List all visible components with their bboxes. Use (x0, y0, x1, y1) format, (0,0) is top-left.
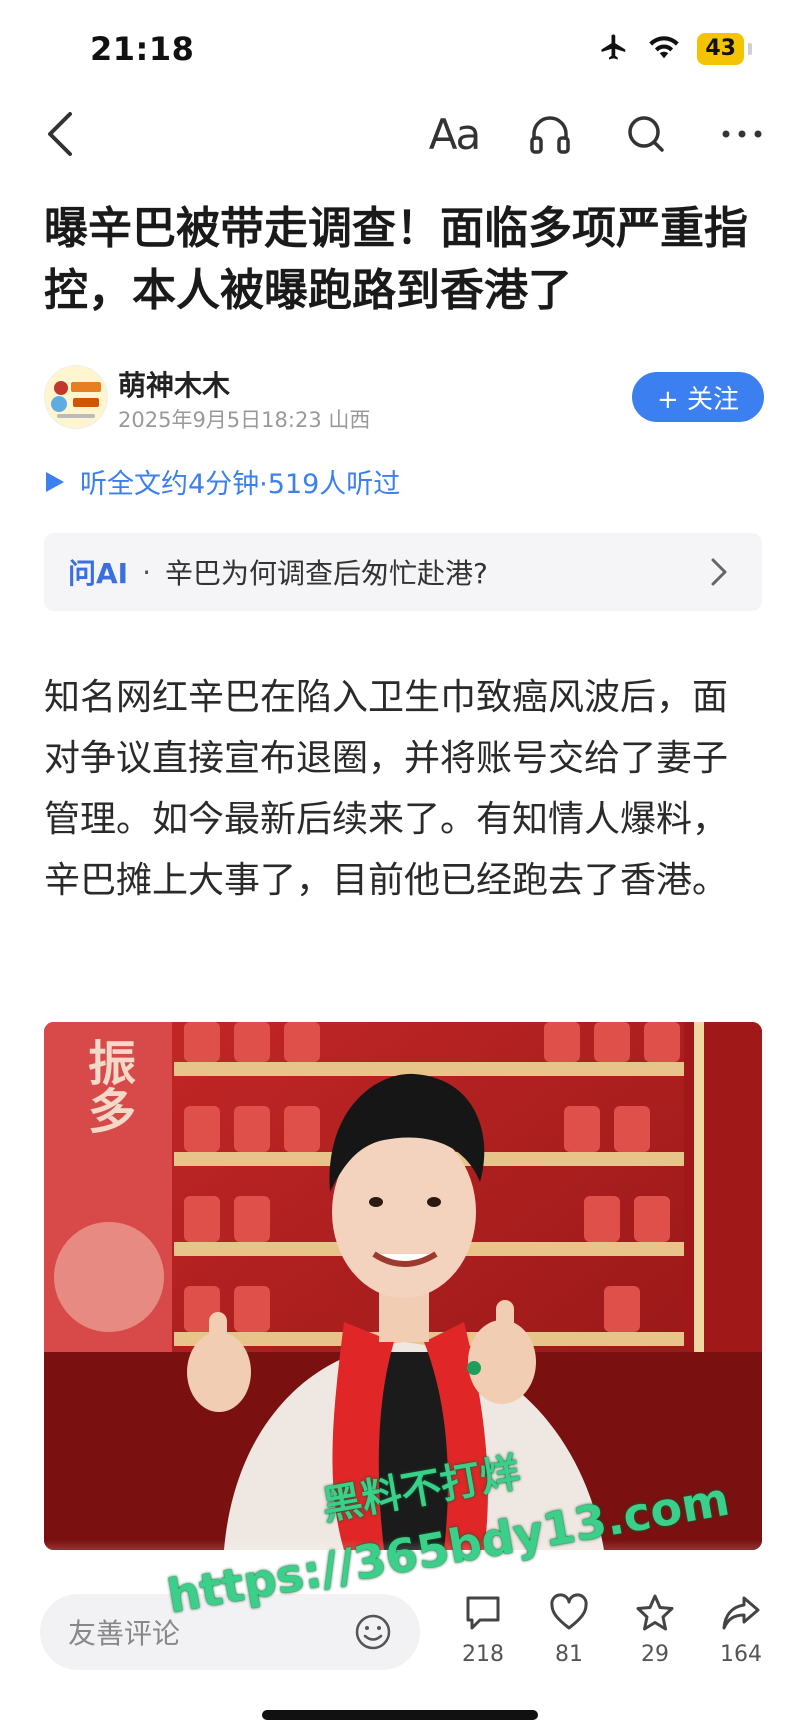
follow-button[interactable]: + 关注 (632, 372, 764, 422)
article-body: 知名网红辛巴在陷入卫生巾致癌风波后，面对争议直接宣布退圈，并将账号交给了妻子管理… (44, 677, 729, 901)
status-time: 21:18 (90, 30, 195, 68)
play-icon (46, 471, 64, 492)
ask-ai-box[interactable]: 问AI · 辛巴为何调查后匆忙赴港? (44, 533, 762, 611)
publish-meta: 2025年9月5日18:23 山西 (118, 408, 371, 432)
listen-button[interactable] (522, 108, 578, 160)
favorite-button[interactable]: 29 (610, 1592, 700, 1667)
comment-icon (466, 1596, 500, 1630)
listen-full-article[interactable]: 听全文约4分钟·519人听过 (44, 462, 400, 501)
comment-count: 218 (462, 1642, 504, 1667)
ask-ai-question: 辛巴为何调查后匆忙赴港? (165, 557, 488, 590)
share-arrow-icon (722, 1596, 760, 1630)
author-avatar[interactable] (44, 365, 108, 429)
search-icon (628, 116, 664, 152)
nav-actions: Aa (426, 108, 770, 160)
share-count: 164 (720, 1642, 762, 1667)
article-title: 曝辛巴被带走调查！面临多项严重指控，本人被曝跑路到香港了 (44, 203, 748, 316)
home-indicator (262, 1710, 538, 1720)
like-count: 81 (555, 1642, 583, 1667)
airplane-icon (597, 32, 631, 66)
listen-label: 听全文约4分钟·519人听过 (80, 469, 401, 500)
comment-button[interactable]: 218 (438, 1592, 528, 1667)
battery-indicator: 43 (697, 33, 744, 65)
photo-sign: 振多 (79, 1038, 135, 1134)
favorite-count: 29 (641, 1642, 669, 1667)
share-button[interactable]: 164 (696, 1592, 786, 1667)
chevron-right-icon (711, 558, 727, 586)
ask-ai-label: 问AI (68, 557, 129, 590)
battery-tip (748, 43, 752, 55)
like-button[interactable]: 81 (524, 1592, 614, 1667)
more-button[interactable] (714, 108, 770, 160)
ask-ai-separator: · (142, 555, 151, 589)
more-dots-icon (722, 130, 762, 138)
wifi-icon (647, 33, 681, 65)
status-icons: 43 (597, 32, 752, 66)
search-button[interactable] (618, 108, 674, 160)
headphones-icon (530, 116, 570, 154)
emoji-icon[interactable] (354, 1613, 392, 1651)
star-icon (636, 1594, 674, 1631)
back-button[interactable] (40, 108, 84, 160)
font-size-button[interactable]: Aa (426, 108, 482, 160)
chevron-left-icon (48, 112, 72, 156)
author-name[interactable]: 萌神木木 (118, 364, 230, 404)
comment-placeholder: 友善评论 (68, 1617, 181, 1650)
heart-icon (550, 1593, 588, 1630)
